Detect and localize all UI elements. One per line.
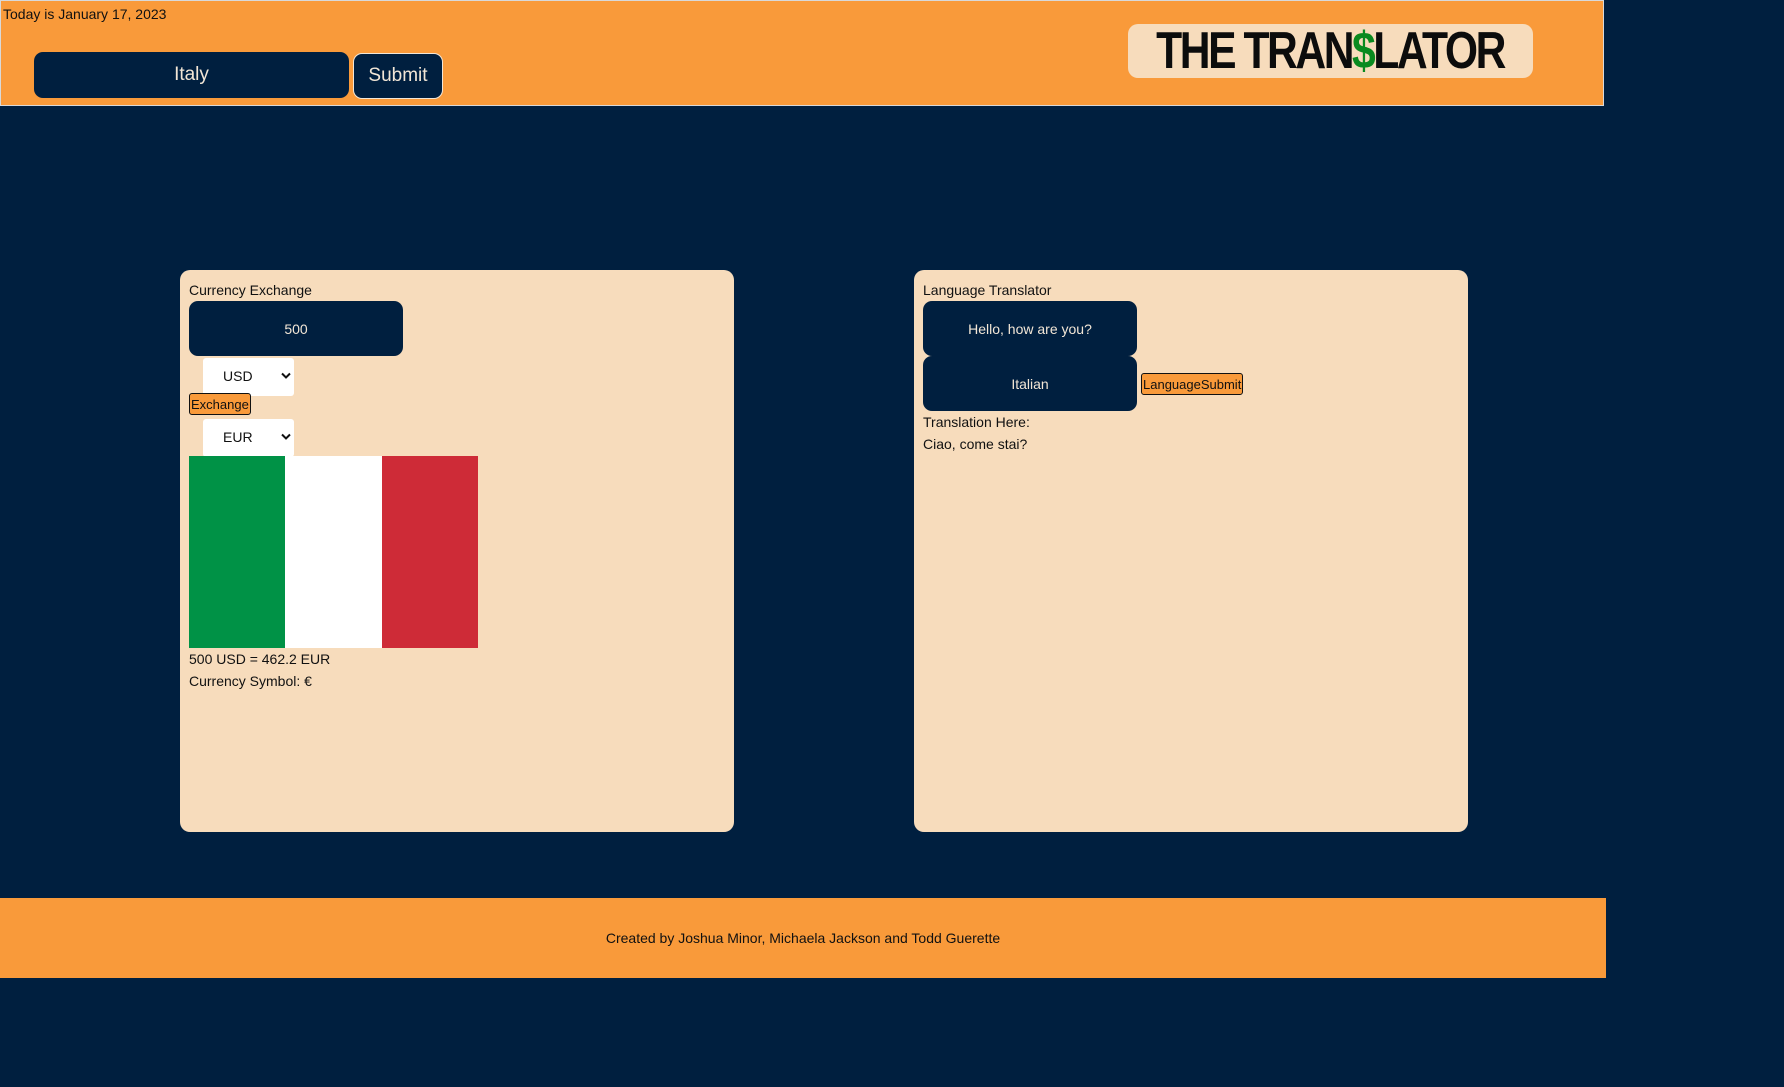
footer-bar: Created by Joshua Minor, Michaela Jackso… [0,898,1606,978]
logo-dollar-sign: $ [1352,22,1377,80]
flag-stripe-white [285,456,382,648]
chevron-down-icon [281,372,291,379]
to-currency-select[interactable]: EUR [203,419,294,457]
currency-panel-title: Currency Exchange [189,282,312,298]
app-logo: THE TRAN$LATOR [1128,24,1533,78]
to-currency-value: EUR [223,429,253,445]
flag-stripe-green [189,456,286,648]
currency-symbol-text: Currency Symbol: € [189,673,312,689]
header-bar: Today is January 17, 2023 Submit THE TRA… [0,0,1604,106]
exchange-result-text: 500 USD = 462.2 EUR [189,651,331,667]
logo-text: THE TRAN$LATOR [1156,22,1507,80]
translation-label: Translation Here: [923,414,1030,430]
logo-text-part1: THE TRAN [1156,22,1355,80]
language-input[interactable] [923,356,1137,411]
from-currency-select[interactable]: USD [203,358,294,396]
phrase-input[interactable] [923,301,1137,356]
language-translator-panel: Language Translator LanguageSubmit Trans… [914,270,1468,832]
logo-text-part2: LATOR [1373,22,1507,80]
exchange-button[interactable]: Exchange [189,393,251,415]
language-submit-button[interactable]: LanguageSubmit [1141,373,1244,395]
country-input[interactable] [34,52,349,98]
chevron-down-icon [281,433,291,440]
from-currency-value: USD [223,368,253,384]
translation-result-text: Ciao, come stai? [923,436,1028,452]
flag-stripe-red [381,456,478,648]
footer-credits: Created by Joshua Minor, Michaela Jackso… [605,930,1001,946]
italy-flag-image [189,456,478,648]
amount-input[interactable] [189,301,403,356]
date-text: Today is January 17, 2023 [3,6,167,22]
currency-exchange-panel: Currency Exchange USD Exchange EUR 500 U… [180,270,734,832]
country-submit-button[interactable]: Submit [353,53,443,99]
language-panel-title: Language Translator [923,282,1052,298]
